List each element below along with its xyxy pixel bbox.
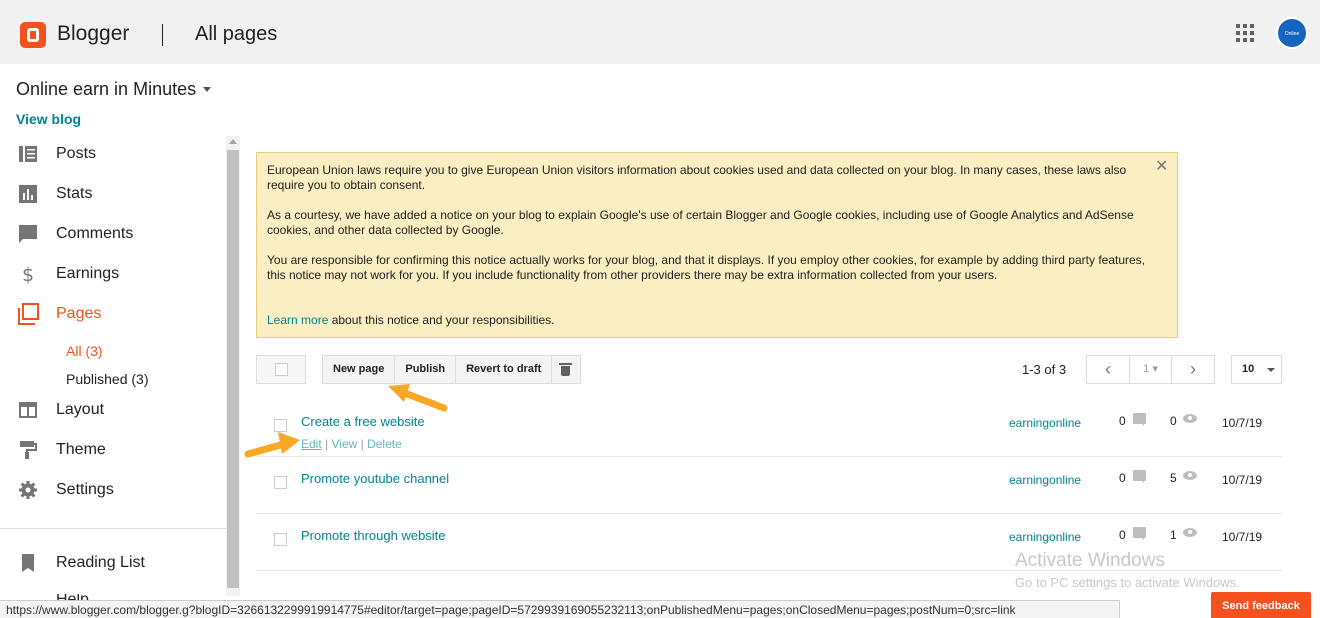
row-checkbox[interactable] xyxy=(274,533,287,546)
sidebar-subitem-all[interactable]: All (3) xyxy=(66,343,103,359)
view-count: 5 xyxy=(1170,471,1177,485)
sidebar-item-label: Layout xyxy=(56,401,105,418)
learn-more-link[interactable]: Learn more xyxy=(267,313,328,327)
comment-count: 0 xyxy=(1119,414,1126,428)
sidebar-scroll-thumb[interactable] xyxy=(227,150,239,588)
comments-icon xyxy=(19,225,37,243)
gear-icon xyxy=(19,481,37,499)
blog-selector[interactable]: Online earn in Minutes xyxy=(16,79,196,100)
revert-to-draft-button[interactable]: Revert to draft xyxy=(456,356,553,383)
blogger-logo-icon[interactable] xyxy=(20,22,46,48)
sidebar-item-pages[interactable]: Pages xyxy=(0,295,226,335)
delete-link[interactable]: Delete xyxy=(367,437,402,451)
author-link[interactable]: earningonline xyxy=(1009,416,1081,430)
sidebar-item-reading-list[interactable]: Reading List xyxy=(0,544,226,584)
arrow-annotation-icon xyxy=(244,432,300,458)
top-bar: Blogger All pages Online Earning xyxy=(0,0,1320,64)
author-link[interactable]: earningonline xyxy=(1009,473,1081,487)
pagination-count: 1-3 of 3 xyxy=(1022,362,1067,377)
avatar[interactable]: Online Earning xyxy=(1276,17,1308,49)
avatar-text: Online Earning xyxy=(1284,31,1300,37)
eye-icon xyxy=(1183,528,1197,537)
notice-paragraph-2: As a courtesy, we have added a notice on… xyxy=(267,208,1134,237)
sidebar-item-posts[interactable]: Posts xyxy=(0,135,226,175)
table-row[interactable]: Promote youtube channel earningonline 0 … xyxy=(256,457,1282,514)
notice-paragraph-4-text: about this notice and your responsibilit… xyxy=(328,313,555,327)
sidebar-item-label: Earnings xyxy=(56,265,120,282)
notice-paragraph-1: European Union laws require you to give … xyxy=(267,163,1127,192)
sidebar-item-label: Reading List xyxy=(56,554,145,571)
sidebar-item-settings[interactable]: Settings xyxy=(0,471,226,511)
per-page-select[interactable]: 10 xyxy=(1231,355,1282,384)
page-date: 10/7/19 xyxy=(1222,530,1263,544)
comment-count: 0 xyxy=(1119,528,1126,542)
sidebar-item-theme[interactable]: Theme xyxy=(0,431,226,471)
apps-grid-icon[interactable] xyxy=(1236,24,1254,42)
sidebar-item-label: Stats xyxy=(56,185,93,202)
eu-cookie-notice: European Union laws require you to give … xyxy=(256,152,1178,338)
arrow-annotation-icon xyxy=(388,384,448,412)
previous-page-button[interactable]: ‹ xyxy=(1087,356,1129,383)
stats-icon xyxy=(19,185,37,203)
notice-paragraph-3: You are responsible for confirming this … xyxy=(267,253,1146,282)
next-page-button[interactable]: › xyxy=(1172,356,1214,383)
scroll-up-arrow-icon[interactable] xyxy=(229,139,237,144)
header-divider xyxy=(162,24,163,46)
chevron-down-icon[interactable] xyxy=(203,87,211,92)
sidebar-divider xyxy=(0,528,226,529)
page-date: 10/7/19 xyxy=(1222,473,1263,487)
notice-paragraph-4: Learn more about this notice and your re… xyxy=(267,313,1147,328)
sidebar-item-label: Posts xyxy=(56,145,97,162)
eye-icon xyxy=(1183,414,1197,423)
trash-icon[interactable] xyxy=(552,356,580,383)
comment-icon xyxy=(1133,413,1146,426)
view-count: 1 xyxy=(1170,528,1177,542)
dollar-icon: $ xyxy=(22,264,34,284)
bookmark-icon xyxy=(22,554,34,572)
row-checkbox[interactable] xyxy=(274,476,287,489)
sidebar-item-label: Theme xyxy=(56,441,106,458)
row-actions: Edit | View | Delete xyxy=(301,437,402,451)
page-title: All pages xyxy=(195,23,278,45)
edit-link[interactable]: Edit xyxy=(301,437,322,451)
windows-watermark-text: Go to PC settings to activate Windows. xyxy=(1015,575,1240,590)
sidebar-item-stats[interactable]: Stats xyxy=(0,175,226,215)
comment-icon xyxy=(1133,470,1146,483)
view-link[interactable]: View xyxy=(331,437,357,451)
sidebar-item-label: Comments xyxy=(56,225,134,242)
send-feedback-button[interactable]: Send feedback xyxy=(1211,592,1311,618)
brand-name[interactable]: Blogger xyxy=(57,22,129,46)
page-title-link[interactable]: Promote through website xyxy=(301,528,446,543)
page-actions-toolbar: New page Publish Revert to draft xyxy=(322,355,582,384)
pagination: ‹ 1 ▾ › xyxy=(1086,355,1215,384)
select-all-wrapper xyxy=(256,355,306,384)
sidebar-item-comments[interactable]: Comments xyxy=(0,215,226,255)
browser-status-bar: https://www.blogger.com/blogger.g?blogID… xyxy=(0,600,1120,618)
windows-watermark-title: Activate Windows xyxy=(1015,550,1165,571)
pages-icon xyxy=(18,303,39,325)
page-title-link[interactable]: Promote youtube channel xyxy=(301,471,449,486)
sidebar-item-layout[interactable]: Layout xyxy=(0,391,226,431)
view-blog-link[interactable]: View blog xyxy=(16,111,81,127)
page-date: 10/7/19 xyxy=(1222,416,1263,430)
eye-icon xyxy=(1183,471,1197,480)
layout-icon xyxy=(19,402,37,418)
svg-text:$: $ xyxy=(22,264,34,284)
close-icon[interactable]: ✕ xyxy=(1155,159,1168,175)
comment-icon xyxy=(1133,527,1146,540)
page-number: 1 xyxy=(1143,363,1150,375)
author-link[interactable]: earningonline xyxy=(1009,530,1081,544)
paint-roller-icon xyxy=(20,441,37,459)
comment-count: 0 xyxy=(1119,471,1126,485)
sidebar-item-label: Settings xyxy=(56,481,114,498)
sidebar-item-label: Pages xyxy=(56,305,102,322)
select-all-checkbox[interactable] xyxy=(275,363,288,376)
page-title-link[interactable]: Create a free website xyxy=(301,414,425,429)
sidebar-item-earnings[interactable]: $ Earnings xyxy=(0,255,226,295)
sidebar-subitem-published[interactable]: Published (3) xyxy=(66,371,149,387)
posts-icon xyxy=(19,146,37,162)
view-count: 0 xyxy=(1170,414,1177,428)
page-number-select[interactable]: 1 ▾ xyxy=(1129,356,1172,383)
